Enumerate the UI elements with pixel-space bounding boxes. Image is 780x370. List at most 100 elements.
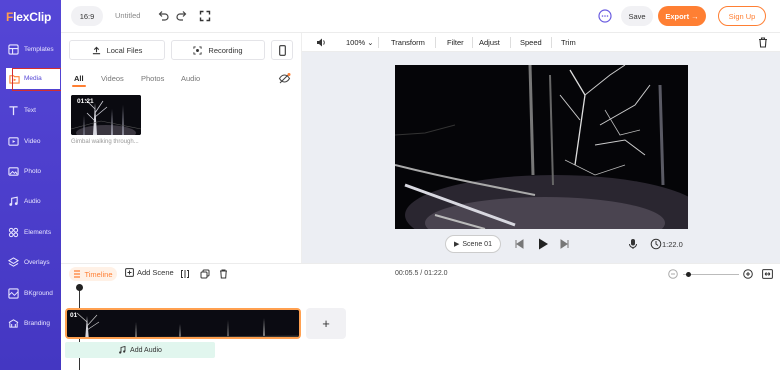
timeline-tracks: 01 + Add Audio — [61, 283, 780, 370]
media-panel: Local Files Recording All Videos Photos … — [61, 33, 302, 263]
add-audio-button[interactable]: Add Audio — [65, 342, 215, 358]
toolbar-divider — [378, 37, 379, 48]
media-thumbnail[interactable]: 01:21 — [71, 95, 141, 135]
tab-videos[interactable]: Videos — [101, 74, 124, 83]
video-frame-image — [395, 65, 688, 229]
preview-stage: ▶ Scene 01 1:22.0 — [302, 52, 780, 263]
elements-icon — [8, 227, 19, 237]
hide-used-icon[interactable] — [278, 72, 291, 85]
adjust-button[interactable]: Adjust — [479, 38, 500, 47]
tab-audio[interactable]: Audio — [181, 74, 200, 83]
flexclip-logo[interactable]: FlexClip — [6, 10, 51, 24]
sidebar-item-video[interactable]: Video — [0, 126, 61, 156]
skip-back-icon[interactable] — [513, 238, 525, 250]
local-files-label: Local Files — [106, 45, 143, 55]
redo-icon[interactable] — [176, 10, 188, 22]
save-button[interactable]: Save — [621, 6, 653, 26]
fullscreen-icon[interactable] — [199, 10, 211, 22]
audio-icon — [9, 196, 18, 206]
transform-button[interactable]: Transform — [391, 38, 425, 47]
playhead-handle[interactable] — [76, 284, 83, 291]
thumbnail-duration: 01:21 — [77, 98, 94, 105]
duplicate-icon[interactable] — [200, 269, 210, 279]
video-preview[interactable] — [395, 65, 688, 229]
sidebar-item-label: Templates — [24, 45, 54, 53]
local-files-button[interactable]: Local Files — [69, 40, 165, 60]
export-button[interactable]: Export → — [658, 6, 706, 26]
sidebar-item-photo[interactable]: Photo — [0, 156, 61, 186]
phone-upload-button[interactable] — [271, 40, 293, 60]
sidebar-item-audio[interactable]: Audio — [0, 186, 61, 216]
clip-filmstrip — [67, 310, 299, 337]
record-icon — [193, 45, 202, 55]
sidebar-item-branding[interactable]: Branding — [0, 308, 61, 338]
add-audio-label: Add Audio — [130, 346, 162, 354]
timeline-label: Timeline — [84, 269, 113, 279]
sidebar-item-elements[interactable]: Elements — [0, 217, 61, 247]
toolbar-divider — [435, 37, 436, 48]
music-note-icon — [119, 346, 126, 354]
timeline-toggle[interactable]: Timeline — [69, 267, 117, 281]
sidebar-item-overlays[interactable]: Overlays — [0, 247, 61, 277]
sidebar-item-label: BKground — [24, 289, 53, 297]
play-icon[interactable] — [536, 237, 550, 251]
chat-icon[interactable] — [598, 9, 612, 23]
edit-toolbar: 100% ⌄ Transform Filter Adjust Speed Tri… — [302, 33, 780, 52]
sidebar-item-templates[interactable]: Templates — [0, 34, 61, 64]
delete-icon[interactable] — [219, 269, 228, 279]
zoom-in-icon[interactable] — [743, 269, 753, 279]
zoom-out-icon[interactable] — [668, 269, 678, 279]
zoom-value: 100% — [346, 38, 366, 47]
filter-button[interactable]: Filter — [447, 38, 464, 47]
scene-selector[interactable]: ▶ Scene 01 — [445, 235, 501, 253]
add-scene-icon — [125, 268, 134, 277]
trash-icon[interactable] — [758, 37, 768, 48]
sidebar-item-text[interactable]: Text — [0, 95, 61, 125]
sidebar: FlexClip Templates Media Text Video Phot… — [0, 0, 68, 370]
sidebar-item-label: Overlays — [24, 258, 50, 266]
volume-icon[interactable] — [316, 37, 327, 48]
templates-icon — [8, 43, 19, 55]
zoom-select[interactable]: 100% ⌄ — [346, 38, 374, 47]
top-bar: 16:9 Untitled Save Export → Sign Up — [61, 0, 780, 33]
microphone-icon[interactable] — [627, 238, 639, 250]
scene-clip[interactable]: 01 — [65, 308, 301, 339]
recording-label: Recording — [208, 45, 243, 55]
upload-icon — [92, 46, 100, 54]
media-icon — [9, 75, 20, 84]
undo-icon[interactable] — [157, 10, 169, 22]
text-icon — [9, 105, 18, 115]
add-scene-plus-button[interactable]: + — [306, 308, 346, 339]
aspect-ratio-button[interactable]: 16:9 — [71, 6, 103, 26]
zoom-slider-handle[interactable] — [685, 272, 691, 277]
video-icon — [8, 136, 19, 146]
sidebar-item-label: Photo — [24, 167, 41, 175]
sidebar-item-label: Text — [24, 106, 36, 114]
toolbar-divider — [551, 37, 552, 48]
scene-label: Scene 01 — [462, 240, 492, 248]
recording-button[interactable]: Recording — [171, 40, 265, 60]
logo-text: lexClip — [13, 10, 52, 24]
project-title[interactable]: Untitled — [115, 11, 140, 20]
sidebar-item-bkground[interactable]: BKground — [0, 278, 61, 308]
background-icon — [8, 287, 19, 299]
tab-photos[interactable]: Photos — [141, 74, 164, 83]
fit-timeline-icon[interactable] — [762, 269, 773, 279]
add-scene-button[interactable]: Add Scene — [125, 268, 174, 277]
chevron-down-icon: ⌄ — [367, 38, 374, 47]
tab-all[interactable]: All — [72, 74, 86, 87]
sidebar-item-label: Audio — [24, 197, 41, 205]
zoom-slider-track[interactable] — [683, 274, 739, 275]
plus-icon: + — [322, 316, 330, 331]
toolbar-divider — [472, 37, 473, 48]
thumbnail-caption: Gimbal walking through... — [71, 139, 139, 145]
split-icon[interactable] — [180, 269, 190, 279]
photo-icon — [8, 166, 19, 176]
sidebar-item-media[interactable]: Media — [6, 68, 68, 91]
clock-icon — [650, 238, 662, 250]
sign-up-button[interactable]: Sign Up — [718, 6, 766, 26]
skip-forward-icon[interactable] — [559, 238, 571, 250]
speed-button[interactable]: Speed — [520, 38, 542, 47]
add-scene-label: Add Scene — [137, 268, 174, 277]
trim-button[interactable]: Trim — [561, 38, 576, 47]
